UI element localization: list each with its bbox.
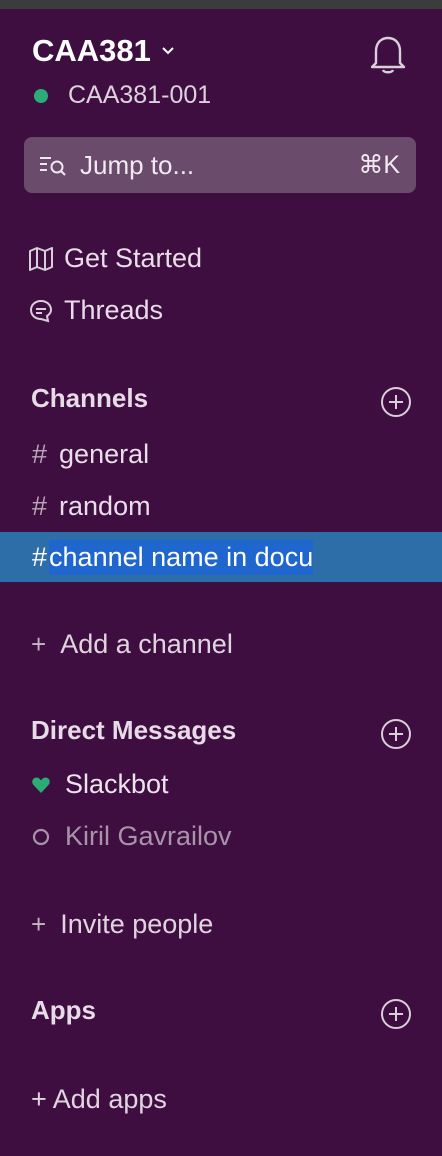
hash-icon: # — [32, 490, 48, 521]
workspace-switcher[interactable]: CAA381 — [32, 33, 175, 69]
user-name: CAA381-001 — [68, 81, 212, 109]
away-status-icon — [32, 828, 50, 845]
invite-people-button[interactable]: + Invite people — [31, 909, 213, 940]
search-list-icon — [40, 157, 66, 176]
add-channel-plus-icon[interactable] — [380, 386, 412, 418]
jump-to-button[interactable]: Jump to... ⌘K — [24, 137, 416, 193]
apps-header[interactable]: Apps — [31, 995, 96, 1026]
channels-header[interactable]: Channels — [31, 383, 148, 414]
dm-header[interactable]: Direct Messages — [31, 715, 236, 746]
jump-to-label: Jump to... — [80, 149, 195, 180]
heart-icon — [32, 777, 50, 793]
dm-name: Slackbot — [65, 769, 169, 799]
invite-label: Invite people — [60, 909, 214, 939]
add-apps-button[interactable]: + Add apps — [31, 1084, 167, 1115]
nav-get-started[interactable]: Get Started — [28, 243, 202, 274]
sidebar: CAA381 CAA381-001 Jump to... ⌘K Get Star… — [0, 9, 442, 1156]
plus-icon: + — [31, 909, 47, 939]
add-apps-label: + Add apps — [31, 1084, 167, 1114]
plus-icon: + — [31, 629, 47, 659]
channel-name: random — [59, 490, 151, 521]
window-top-bar — [0, 0, 442, 9]
threads-icon — [29, 299, 53, 322]
channel-general[interactable]: # general — [0, 429, 442, 479]
hash-icon: # — [32, 541, 48, 572]
dm-slackbot[interactable]: Slackbot — [31, 769, 169, 800]
nav-label: Get Started — [64, 243, 203, 273]
dm-kiril-gavrailov[interactable]: Kiril Gavrailov — [31, 821, 232, 852]
map-icon — [29, 246, 53, 271]
add-dm-plus-icon[interactable] — [380, 718, 412, 750]
add-app-plus-icon[interactable] — [380, 998, 412, 1030]
bell-icon[interactable] — [368, 31, 408, 75]
nav-threads[interactable]: Threads — [28, 295, 163, 326]
chevron-down-icon — [162, 47, 174, 55]
channel-rename-input[interactable]: # channel name in docu — [0, 532, 442, 582]
channel-random[interactable]: # random — [0, 481, 442, 531]
current-user[interactable]: CAA381-001 — [34, 81, 211, 110]
presence-dot-icon — [34, 88, 48, 103]
selected-channel-name-text[interactable]: channel name in docu — [49, 539, 314, 575]
nav-label: Threads — [64, 295, 164, 325]
dm-name: Kiril Gavrailov — [65, 821, 232, 851]
hash-icon: # — [32, 438, 48, 469]
jump-shortcut: ⌘K — [358, 151, 400, 179]
workspace-name: CAA381 — [32, 33, 151, 68]
add-channel-button[interactable]: + Add a channel — [31, 629, 233, 660]
add-channel-label: Add a channel — [60, 629, 233, 659]
channel-name: general — [59, 438, 150, 469]
